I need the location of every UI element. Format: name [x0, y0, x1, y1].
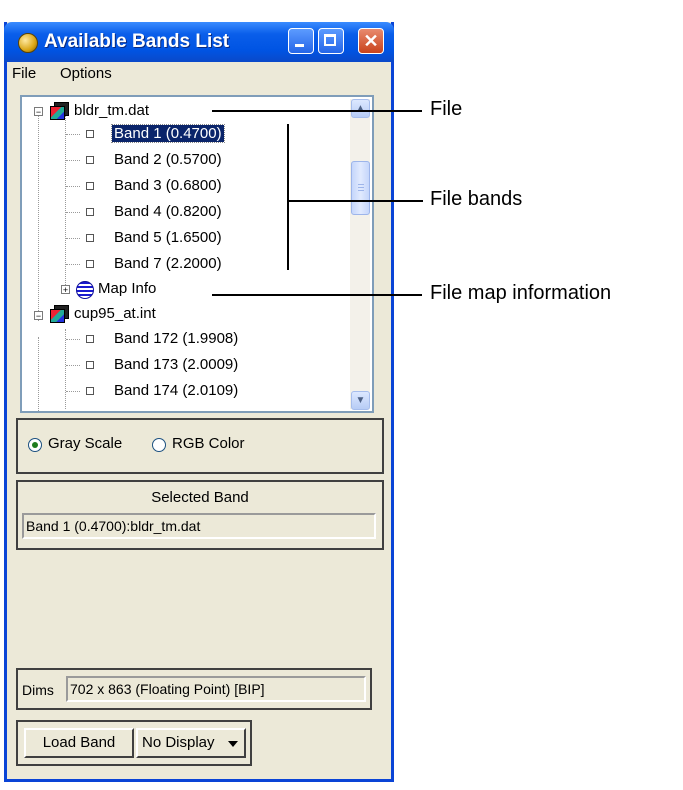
band-item[interactable]: Band 3 (0.6800): [114, 177, 222, 194]
maximize-icon: [324, 34, 336, 46]
expand-toggle[interactable]: +: [61, 285, 70, 295]
band-item[interactable]: Band 2 (0.5700): [114, 151, 222, 168]
rgb-color-label[interactable]: RGB Color: [172, 435, 245, 452]
maximize-button[interactable]: [318, 28, 344, 54]
file-map-callout-line: [212, 294, 422, 296]
minimize-icon: [295, 44, 304, 47]
tree-branch: [66, 186, 80, 187]
file-callout-label: File: [430, 98, 463, 120]
menu-options[interactable]: Options: [60, 65, 112, 82]
file-bands-callout-label: File bands: [430, 188, 523, 210]
tree-branch: [66, 391, 80, 392]
tree-branch: [66, 212, 80, 213]
display-dropdown[interactable]: No Display: [136, 728, 246, 758]
globe-icon: [76, 281, 94, 299]
file-stack-icon: [50, 102, 69, 120]
tree-file-item[interactable]: cup95_at.int: [74, 305, 156, 322]
window-title: Available Bands List: [44, 31, 230, 52]
file-bands-callout-line: [287, 200, 423, 202]
rgb-color-radio[interactable]: [152, 438, 166, 452]
close-button[interactable]: ✕: [358, 28, 384, 54]
display-dropdown-label: No Display: [142, 734, 215, 751]
band-leaf-icon: [86, 130, 94, 138]
band-item[interactable]: Band 173 (2.0009): [114, 356, 238, 373]
vertical-scrollbar[interactable]: ▲ ▼: [350, 99, 370, 410]
title-bar[interactable]: Available Bands List ✕: [4, 22, 394, 62]
gray-scale-label[interactable]: Gray Scale: [48, 435, 122, 452]
load-band-button[interactable]: Load Band: [24, 728, 134, 758]
menu-file[interactable]: File: [12, 65, 36, 82]
menu-bar: File Options: [4, 62, 394, 86]
tree-branch: [66, 264, 80, 265]
minimize-button[interactable]: [288, 28, 314, 54]
scroll-down-icon[interactable]: ▼: [351, 391, 370, 410]
band-leaf-icon: [86, 182, 94, 190]
dims-group: Dims 702 x 863 (Floating Point) [BIP]: [16, 668, 372, 710]
band-item[interactable]: Band 7 (2.2000): [114, 255, 222, 272]
tree-file-item[interactable]: bldr_tm.dat: [74, 102, 149, 119]
action-button-group: Load Band No Display: [16, 720, 252, 766]
file-stack-icon: [50, 305, 69, 323]
tree-branch: [66, 134, 80, 135]
map-info-item[interactable]: Map Info: [98, 280, 156, 297]
tree-guide: [38, 337, 39, 411]
bands-tree[interactable]: − bldr_tm.dat Band 1 (0.4700) Band 2 (0.…: [20, 95, 374, 413]
band-leaf-icon: [86, 361, 94, 369]
scroll-up-icon[interactable]: ▲: [351, 99, 370, 118]
band-leaf-icon: [86, 208, 94, 216]
band-item[interactable]: Band 4 (0.8200): [114, 203, 222, 220]
band-label: Band 1 (0.4700): [111, 124, 225, 143]
band-item[interactable]: Band 174 (2.0109): [114, 382, 238, 399]
gray-scale-radio[interactable]: [28, 438, 42, 452]
collapse-toggle[interactable]: −: [34, 107, 43, 117]
dims-label: Dims: [22, 682, 54, 698]
tree-branch: [66, 339, 80, 340]
dims-field: 702 x 863 (Floating Point) [BIP]: [66, 676, 366, 702]
file-callout-line: [212, 110, 422, 112]
close-icon: ✕: [363, 31, 379, 51]
color-mode-group: Gray Scale RGB Color: [16, 418, 384, 474]
file-map-callout-label: File map information: [430, 282, 612, 304]
tree-guide: [65, 329, 66, 409]
dropdown-caret-icon: [228, 741, 238, 747]
tree-branch: [66, 238, 80, 239]
app-globe-icon: [18, 33, 38, 53]
tree-guide: [38, 113, 39, 321]
band-leaf-icon: [86, 234, 94, 242]
band-item[interactable]: Band 172 (1.9908): [114, 330, 238, 347]
tree-branch: [66, 160, 80, 161]
band-leaf-icon: [86, 335, 94, 343]
selected-band-field: Band 1 (0.4700):bldr_tm.dat: [22, 513, 376, 539]
selected-band-group: Selected Band Band 1 (0.4700):bldr_tm.da…: [16, 480, 384, 550]
band-item[interactable]: Band 5 (1.6500): [114, 229, 222, 246]
selected-band-title: Selected Band: [151, 489, 249, 506]
band-leaf-icon: [86, 156, 94, 164]
band-leaf-icon: [86, 387, 94, 395]
collapse-toggle[interactable]: −: [34, 311, 43, 321]
band-item-selected[interactable]: Band 1 (0.4700): [111, 124, 225, 143]
tree-branch: [66, 365, 80, 366]
band-leaf-icon: [86, 260, 94, 268]
scroll-thumb[interactable]: [351, 161, 370, 215]
file-bands-bracket: [287, 124, 289, 270]
